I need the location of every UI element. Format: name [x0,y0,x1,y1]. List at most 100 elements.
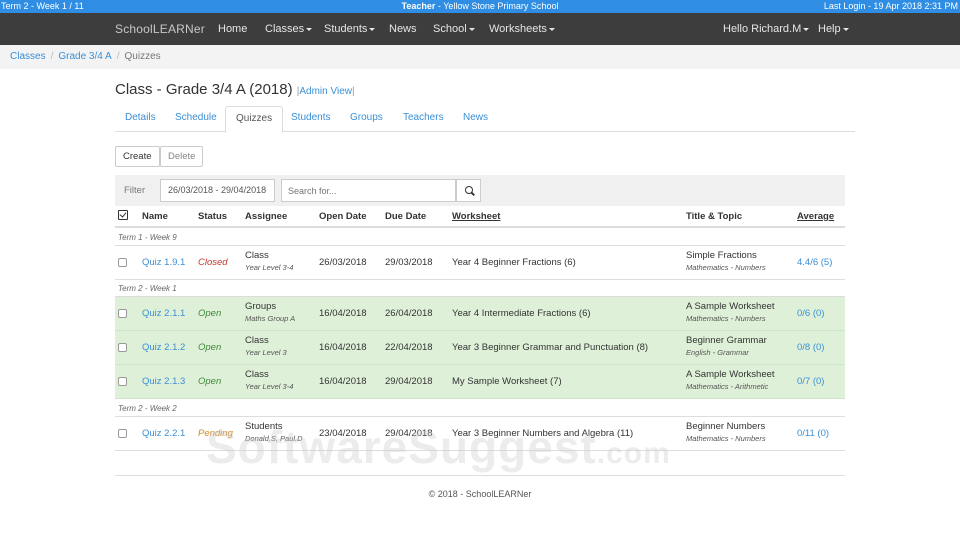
tab-groups[interactable]: Groups [340,106,393,132]
page-title-text: Class - Grade 3/4 A (2018) [115,81,293,98]
tab-teachers[interactable]: Teachers [393,106,454,132]
group-header: Term 2 - Week 1 [115,280,845,297]
col-open-date[interactable]: Open Date [319,211,367,222]
watermark-main: SoftwareSuggest [206,421,597,473]
group-header: Term 2 - Week 2 [115,400,845,417]
status-badge: Open [198,342,222,353]
row-checkbox[interactable] [118,429,127,438]
group-header: Term 1 - Week 9 [115,229,845,246]
average-link[interactable]: 0/7 (0) [797,376,824,387]
quiz-name-link[interactable]: Quiz 2.1.2 [142,342,185,353]
status-badge: Open [198,308,222,319]
average-link[interactable]: 4.4/6 (5) [797,257,832,268]
assignee-type: Class [245,250,269,261]
footer-copyright: © 2018 - SchoolLEARNer [428,489,532,499]
admin-view-link[interactable]: Admin View [299,86,352,97]
worksheet-title: A Sample Worksheet [686,369,775,380]
nav-help[interactable]: Help [818,23,849,35]
worksheet-topic: Mathematics - Numbers [686,263,766,272]
quiz-name-link[interactable]: Quiz 1.9.1 [142,257,185,268]
row-checkbox[interactable] [118,309,127,318]
assignee-type: Groups [245,301,277,312]
assignee-detail: Year Level 3-4 [245,382,294,391]
select-all-checkbox-icon[interactable] [118,210,128,220]
nav-school[interactable]: School [433,23,475,35]
footer-divider [115,475,845,476]
tab-news[interactable]: News [453,106,498,132]
col-worksheet[interactable]: Worksheet [452,211,500,222]
nav-classes[interactable]: Classes [265,23,313,35]
status-badge: Open [198,376,222,387]
watermark-suffix: .com [596,437,671,470]
nav-classes-label: Classes [265,23,305,35]
search-icon [465,186,473,194]
breadcrumb-grade[interactable]: Grade 3/4 A [58,51,111,62]
search-button[interactable] [456,179,481,202]
nav-news[interactable]: News [389,23,417,35]
nav-students-label: Students [324,23,368,35]
last-login: Last Login - 19 Apr 2018 2:31 PM [823,1,958,11]
school-indicator: Teacher - Yellow Stone Primary School [0,0,960,13]
nav-help-label: Help [818,23,841,35]
title-topic-cell: A Sample Worksheet Mathematics - Arithmet… [686,369,775,393]
nav-students[interactable]: Students [324,23,376,35]
nav-worksheets[interactable]: Worksheets [489,23,555,35]
tab-students[interactable]: Students [281,106,340,132]
breadcrumb-current: Quizzes [124,51,161,62]
due-date: 29/04/2018 [385,376,433,387]
table-row[interactable]: Quiz 1.9.1 Closed Class Year Level 3-4 26… [115,246,845,280]
col-title-topic[interactable]: Title & Topic [686,211,742,222]
main-navbar: SchoolLEARNer Home Classes Students News… [0,13,960,45]
table-row[interactable]: Quiz 2.1.1 Open Groups Maths Group A 16/0… [115,297,845,331]
breadcrumb-classes[interactable]: Classes [10,51,46,62]
worksheet-name: Year 3 Beginner Grammar and Punctuation … [452,342,649,353]
assignee-cell: Groups Maths Group A [245,301,295,325]
worksheet-title: Beginner Grammar [686,335,767,346]
col-assignee[interactable]: Assignee [245,211,287,222]
tab-details[interactable]: Details [115,106,166,132]
title-topic-cell: Beginner Numbers Mathematics - Numbers [686,421,766,445]
quiz-name-link[interactable]: Quiz 2.1.1 [142,308,185,319]
filter-bar: Filter 26/03/2018 - 29/04/2018 [115,175,845,206]
worksheet-name: Year 4 Beginner Fractions (6) [452,257,576,268]
col-status[interactable]: Status [198,211,227,222]
worksheet-topic: Mathematics - Numbers [686,314,766,323]
worksheet-name: My Sample Worksheet (7) [452,376,562,387]
assignee-type: Class [245,369,269,380]
tab-quizzes[interactable]: Quizzes [225,106,284,133]
average-link[interactable]: 0/11 (0) [797,428,829,439]
title-separator: | [352,86,355,97]
create-button[interactable]: Create [115,146,160,167]
nav-user-menu[interactable]: Hello Richard.M [723,23,810,35]
worksheet-title: Beginner Numbers [686,421,766,432]
col-name[interactable]: Name [142,211,168,222]
average-link[interactable]: 0/8 (0) [797,342,824,353]
table-header: Name Status Assignee Open Date Due Date … [115,207,845,228]
assignee-detail: Maths Group A [245,314,296,323]
row-checkbox[interactable] [118,258,127,267]
search-input[interactable] [281,179,456,202]
assignee-detail: Year Level 3-4 [245,263,294,272]
row-checkbox[interactable] [118,377,127,386]
role-label: Teacher [401,1,436,11]
tab-schedule[interactable]: Schedule [165,106,227,132]
col-due-date[interactable]: Due Date [385,211,426,222]
assignee-type: Class [245,335,269,346]
delete-button[interactable]: Delete [160,146,204,167]
table-row[interactable]: Quiz 2.1.3 Open Class Year Level 3-4 16/0… [115,365,845,399]
date-range-input[interactable]: 26/03/2018 - 29/04/2018 [160,179,275,202]
open-date: 16/04/2018 [319,342,367,353]
worksheet-name: Year 4 Intermediate Fractions (6) [452,308,591,319]
assignee-detail: Year Level 3 [245,348,287,357]
average-link[interactable]: 0/6 (0) [797,308,824,319]
col-average[interactable]: Average [797,211,834,222]
row-checkbox[interactable] [118,343,127,352]
table-row[interactable]: Quiz 2.1.2 Open Class Year Level 3 16/04/… [115,331,845,365]
quiz-name-link[interactable]: Quiz 2.2.1 [142,428,185,439]
worksheet-topic: English - Grammar [686,348,749,357]
quiz-name-link[interactable]: Quiz 2.1.3 [142,376,185,387]
school-name: - Yellow Stone Primary School [435,1,559,11]
nav-home[interactable]: Home [218,23,247,35]
title-topic-cell: Simple Fractions Mathematics - Numbers [686,250,766,274]
brand-logo[interactable]: SchoolLEARNer [115,22,205,36]
